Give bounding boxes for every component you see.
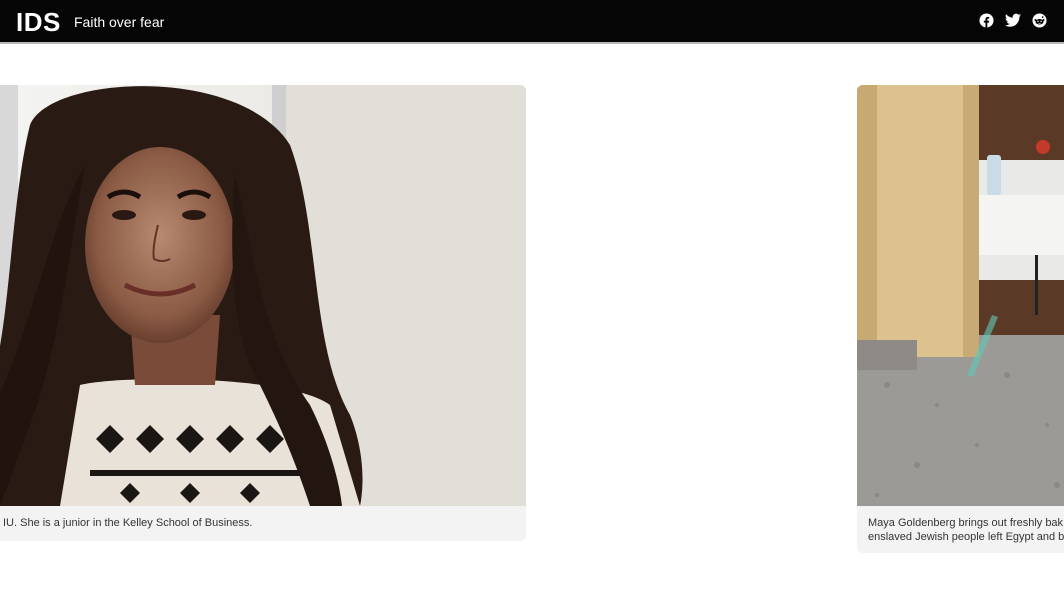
site-header: IDS Faith over fear — [0, 0, 1064, 44]
gallery-slide[interactable]: Maya Goldenberg brings out freshly bak e… — [857, 85, 1064, 553]
twitter-icon[interactable] — [1005, 13, 1021, 29]
portrait-photo — [0, 85, 526, 506]
ids-logo[interactable]: IDS — [16, 8, 61, 36]
facebook-icon[interactable] — [979, 13, 995, 29]
gallery-slide[interactable]: IU. She is a junior in the Kelley School… — [0, 85, 526, 541]
slide-caption-line: Maya Goldenberg brings out freshly bak — [868, 517, 1064, 529]
reddit-icon[interactable] — [1032, 13, 1048, 29]
slide-caption-line: enslaved Jewish people left Egypt and b — [868, 531, 1064, 543]
outdoor-photo — [857, 85, 1064, 506]
page-title[interactable]: Faith over fear — [74, 13, 164, 31]
slide-caption: IU. She is a junior in the Kelley School… — [3, 517, 253, 529]
